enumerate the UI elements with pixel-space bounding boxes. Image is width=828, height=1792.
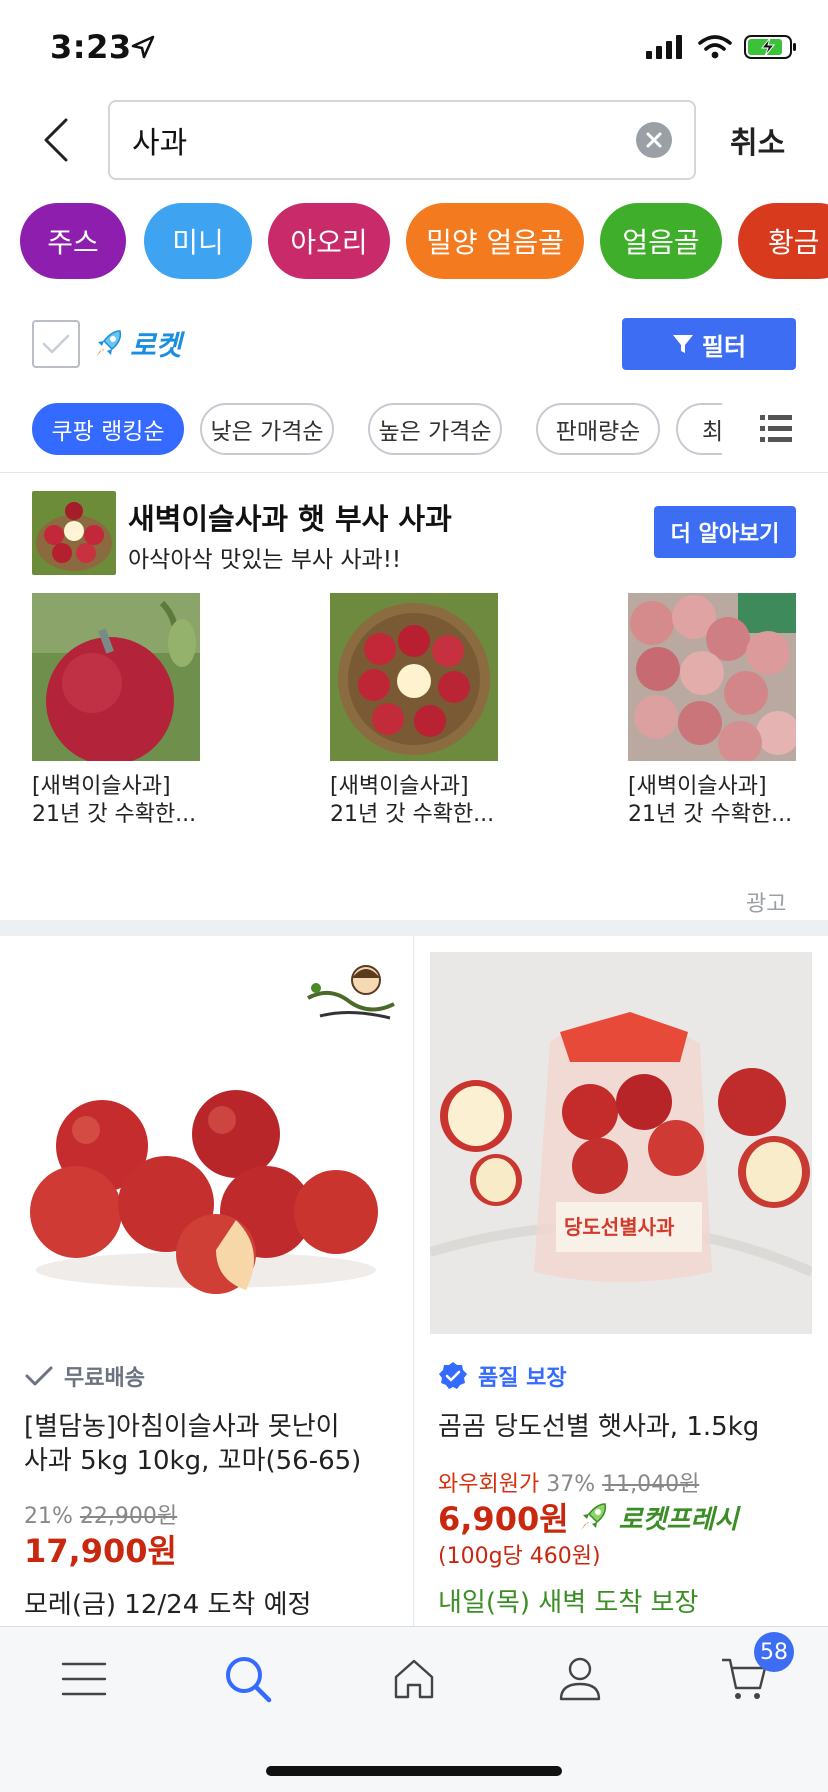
sort-chip-sales[interactable]: 판매량순 <box>536 403 660 455</box>
rocket-fresh-icon <box>580 1503 606 1530</box>
status-bar: 3:23 <box>0 0 828 96</box>
status-time: 3:23 <box>50 28 132 66</box>
verified-badge-icon <box>439 1362 467 1389</box>
user-icon <box>559 1657 601 1701</box>
brand-logo <box>300 958 400 1033</box>
cancel-button[interactable]: 취소 <box>730 118 785 162</box>
apple-basket-image <box>32 491 116 575</box>
ad-product-image <box>32 593 200 761</box>
sort-chip-high-price[interactable]: 높은 가격순 <box>368 403 502 455</box>
rocket-fresh-label: 로켓프레시 <box>618 1504 739 1535</box>
section-separator <box>0 920 828 936</box>
column-divider <box>413 936 414 1626</box>
ad-product-line1: [새벽이슬사과] <box>628 774 767 799</box>
sort-chip-more[interactable]: 최 <box>676 403 722 455</box>
rocket-label: 로켓 <box>130 329 182 362</box>
ad-title[interactable]: 새벽이슬사과 햇 부사 사과 <box>128 496 452 538</box>
ad-product-image <box>330 593 498 761</box>
keyword-chip[interactable]: 밀양 얼음골 <box>406 203 584 279</box>
quality-badge: 품질 보장 <box>438 1360 567 1392</box>
wifi-icon <box>698 35 732 59</box>
list-view-icon[interactable] <box>760 414 792 444</box>
product-title[interactable]: [별담농]아침이슬사과 못난이 사과 5kg 10kg, 꼬마(56-65) <box>24 1410 361 1478</box>
home-indicator <box>266 1766 562 1776</box>
sort-chip-ranking[interactable]: 쿠팡 랭킹순 <box>32 403 184 455</box>
search-icon <box>226 1657 272 1703</box>
ad-product-line2: 21년 갓 수확한... <box>32 802 197 827</box>
search-box <box>108 100 696 180</box>
package-text: 당도선별사과 <box>564 1215 675 1239</box>
learn-more-button[interactable]: 더 알아보기 <box>654 506 796 558</box>
filter-button[interactable]: 필터 <box>622 318 796 370</box>
check-icon <box>25 1366 53 1386</box>
hamburger-menu-icon <box>61 1662 107 1696</box>
nav-home[interactable] <box>384 1649 444 1709</box>
keyword-chip[interactable]: 얼음골 <box>600 203 722 279</box>
divider <box>0 472 828 473</box>
sale-price-row: 6,900원 로켓프레시 <box>438 1494 738 1540</box>
free-shipping-badge: 무료배송 <box>24 1360 145 1392</box>
ad-product-card[interactable]: [새벽이슬사과] 21년 갓 수확한... <box>32 593 200 829</box>
ad-product-line1: [새벽이슬사과] <box>32 774 171 799</box>
location-arrow-icon <box>131 35 155 59</box>
arrival-date: 모레(금) 12/24 도착 예정 <box>24 1590 312 1620</box>
sort-options: 쿠팡 랭킹순 낮은 가격순 높은 가격순 판매량순 최 <box>32 403 722 455</box>
back-button[interactable] <box>36 112 76 168</box>
sort-chip-low-price[interactable]: 낮은 가격순 <box>200 403 334 455</box>
cart-count-badge: 58 <box>754 1632 794 1672</box>
unit-price: (100g당 460원) <box>438 1544 601 1569</box>
close-icon <box>646 132 662 148</box>
rocket-checkbox[interactable] <box>32 320 80 368</box>
keyword-suggestions: 주스 미니 아오리 밀양 얼음골 얼음골 황금 <box>20 203 828 279</box>
battery-charging-icon <box>744 35 796 59</box>
chevron-left-icon <box>44 118 68 162</box>
ad-product-card[interactable]: [새벽이슬사과] 21년 갓 수확한... <box>628 593 796 829</box>
ad-subtitle: 아삭아삭 맛있는 부사 사과!! <box>128 547 402 573</box>
product-title[interactable]: 곰곰 당도선별 햇사과, 1.5kg <box>438 1410 759 1444</box>
product-title-line2: 사과 5kg 10kg, 꼬마(56-65) <box>24 1446 362 1476</box>
sale-price: 17,900원 <box>24 1532 177 1570</box>
quality-label: 품질 보장 <box>478 1366 567 1391</box>
ad-product-line2: 21년 갓 수확한... <box>330 802 495 827</box>
ad-product-line2: 21년 갓 수확한... <box>628 802 793 827</box>
nav-search[interactable] <box>218 1649 278 1709</box>
nav-menu[interactable] <box>54 1649 114 1709</box>
signal-icon <box>646 35 682 59</box>
filter-label: 필터 <box>701 332 747 361</box>
clear-search-button[interactable] <box>636 122 672 158</box>
rocket-logo: 로켓 <box>92 324 182 364</box>
product-title-line1: [별담농]아침이슬사과 못난이 <box>24 1412 340 1442</box>
filter-funnel-icon <box>672 335 693 353</box>
nav-my-account[interactable] <box>550 1649 610 1709</box>
keyword-chip[interactable]: 주스 <box>20 203 126 279</box>
ad-product-card[interactable]: [새벽이슬사과] 21년 갓 수확한... <box>330 593 498 829</box>
ad-label: 광고 <box>746 892 787 917</box>
home-icon <box>394 1659 434 1699</box>
keyword-chip[interactable]: 황금 <box>738 203 828 279</box>
keyword-chip[interactable]: 미니 <box>144 203 252 279</box>
ad-product-line1: [새벽이슬사과] <box>330 774 469 799</box>
arrival-date: 내일(목) 새벽 도착 보장 <box>438 1588 699 1618</box>
search-input[interactable] <box>132 102 612 178</box>
free-shipping-label: 무료배송 <box>64 1366 145 1391</box>
rocket-icon <box>96 330 122 357</box>
checkmark-icon <box>42 334 70 354</box>
product-image[interactable]: 당도선별사과 <box>430 952 812 1334</box>
ad-product-image <box>628 593 796 761</box>
ad-thumbnail[interactable] <box>32 491 116 575</box>
keyword-chip[interactable]: 아오리 <box>268 203 390 279</box>
sale-price: 6,900원 <box>438 1500 569 1538</box>
